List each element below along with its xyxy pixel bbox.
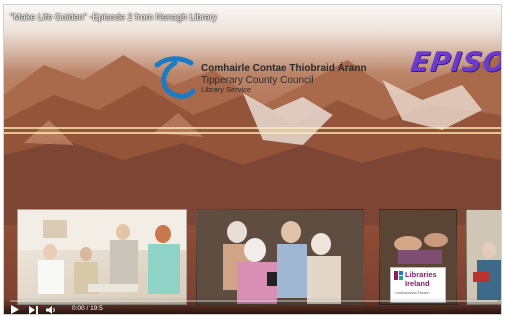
council-name-block: Comhairle Contae Thiobraid Árann Tippera… [201,63,367,95]
next-icon [28,305,38,314]
player-controls: 0:00 / 19:5 [4,298,501,314]
council-irish-name: Comhairle Contae Thiobraid Árann [201,63,367,74]
libraries-ireland-line1: Libraries [405,270,437,279]
thumbnail-reading [466,209,501,305]
video-frame[interactable]: "Make Life Golden" -Episode 2 from Nenag… [4,5,501,314]
play-icon [11,305,19,314]
libraries-ireland-mark-icon [394,271,403,280]
video-title[interactable]: "Make Life Golden" -Episode 2 from Nenag… [10,12,217,22]
play-button[interactable] [10,305,20,314]
episode-banner: EPISODE [408,47,502,78]
libraries-ireland-line2: Ireland [405,279,430,288]
banner-stripe [4,132,501,134]
thumbnail-seniors-living-room [17,209,187,305]
volume-button[interactable] [46,305,56,314]
next-button[interactable] [28,305,38,314]
volume-icon [46,305,55,314]
progress-bar[interactable] [10,300,497,302]
council-service: Library Service [201,85,252,94]
reading-image [467,210,501,304]
council-logo-icon [154,56,196,99]
thumbnail-seniors-phone [196,209,364,305]
time-display: 0:00 / 19:5 [72,305,103,312]
banner-stripe [4,127,501,129]
libraries-ireland-subtitle: Leabharlanna Éireann [395,291,430,295]
seniors-group-image [18,210,186,294]
seniors-phone-image [197,210,363,304]
video-player[interactable]: "Make Life Golden" -Episode 2 from Nenag… [3,4,502,315]
